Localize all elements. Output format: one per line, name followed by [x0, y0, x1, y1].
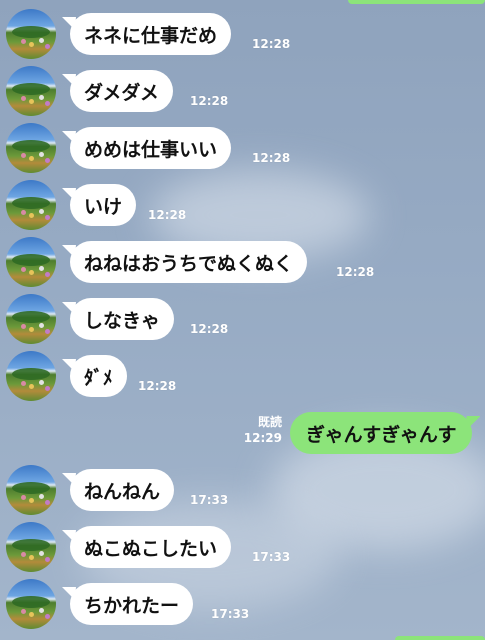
sent-message-bubble[interactable]: ぎゃんすぎゃんす [290, 412, 473, 454]
avatar[interactable] [6, 465, 56, 515]
message-bubble[interactable]: ぬこぬこしたい [70, 526, 232, 568]
message-row: めめは仕事いい 12:28 [0, 122, 485, 174]
avatar[interactable] [6, 579, 56, 629]
message-row: しなきゃ 12:28 [0, 293, 485, 345]
message-bubble[interactable]: ﾀﾞﾒ [70, 355, 127, 397]
previous-sent-bubble-edge [348, 0, 485, 4]
message-time: 17:33 [252, 550, 291, 564]
message-bubble[interactable]: ねんねん [70, 469, 175, 511]
message-bubble[interactable]: ねねはおうちでぬくぬく [70, 241, 308, 283]
message-bubble[interactable]: ネネに仕事だめ [70, 13, 232, 55]
message-bubble[interactable]: いけ [70, 184, 137, 226]
message-time: 12:28 [148, 208, 187, 222]
message-row: ぬこぬこしたい 17:33 [0, 521, 485, 573]
message-time: 12:28 [138, 379, 177, 393]
message-time: 12:28 [252, 37, 291, 51]
avatar[interactable] [6, 9, 56, 59]
avatar[interactable] [6, 66, 56, 116]
read-receipt: 既読 [257, 415, 282, 429]
message-time: 12:28 [190, 322, 229, 336]
message-time: 17:33 [211, 607, 250, 621]
avatar[interactable] [6, 351, 56, 401]
avatar[interactable] [6, 237, 56, 287]
sent-message-row: 既読 12:29 ぎゃんすぎゃんす [0, 407, 485, 459]
message-row: ﾀﾞﾒ 12:28 [0, 350, 485, 402]
message-row: ねんねん 17:33 [0, 464, 485, 516]
chat-area: ネネに仕事だめ 12:28 ダメダメ 12:28 めめは仕事いい 12:28 い… [0, 0, 485, 640]
message-row: ダメダメ 12:28 [0, 65, 485, 117]
message-bubble[interactable]: しなきゃ [70, 298, 175, 340]
next-sent-bubble-edge [395, 636, 485, 640]
message-row: ねねはおうちでぬくぬく 12:28 [0, 236, 485, 288]
message-row: いけ 12:28 [0, 179, 485, 231]
message-time: 12:28 [190, 94, 229, 108]
message-time: 17:33 [190, 493, 229, 507]
message-row: ちかれたー 17:33 [0, 578, 485, 630]
message-bubble[interactable]: めめは仕事いい [70, 127, 232, 169]
message-bubble[interactable]: ダメダメ [70, 70, 173, 112]
message-time: 12:28 [252, 151, 291, 165]
message-bubble[interactable]: ちかれたー [70, 583, 194, 625]
message-row: ネネに仕事だめ 12:28 [0, 8, 485, 60]
message-time: 12:29 [243, 431, 282, 445]
avatar[interactable] [6, 522, 56, 572]
message-time: 12:28 [336, 265, 375, 279]
avatar[interactable] [6, 123, 56, 173]
avatar[interactable] [6, 180, 56, 230]
avatar[interactable] [6, 294, 56, 344]
